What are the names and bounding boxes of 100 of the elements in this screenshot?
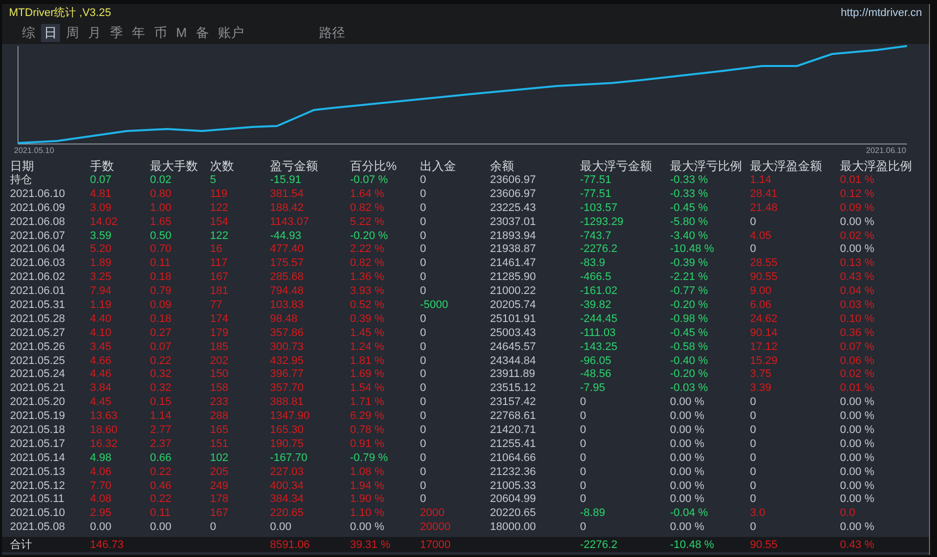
table-cell: -39.82 [580, 299, 612, 312]
chart-start-date: 2021.05.10 [14, 145, 54, 157]
table-cell: 5.20 [90, 243, 112, 256]
table-cell: 4.10 [90, 326, 112, 339]
column-header: 盈亏金额 [270, 159, 318, 173]
table-cell: 21000.22 [490, 285, 536, 298]
tab[interactable]: 月 [85, 24, 104, 42]
date-cell: 2021.05.08 [10, 521, 66, 534]
total-cell: 39.31 % [350, 538, 390, 551]
table-cell: 0 [420, 424, 426, 436]
total-cell: 0.43 % [840, 538, 874, 551]
table-cell: 0.18 [150, 312, 172, 325]
table-cell: -8.89 [580, 507, 606, 520]
date-cell: 2021.06.02 [10, 271, 66, 284]
table-cell: 0.06 % [840, 354, 874, 367]
table-cell: 1.65 [150, 216, 172, 228]
table-cell: -10.48 % [670, 243, 714, 256]
tab[interactable]: 季 [107, 24, 126, 42]
column-header: 百分比% [350, 159, 397, 173]
table-cell: 3.25 [90, 271, 112, 284]
tab[interactable]: 综 [19, 24, 38, 42]
tab[interactable]: 日 [41, 24, 60, 42]
table-cell: 16.32 [90, 438, 118, 450]
table-cell: 0 [750, 396, 756, 408]
table-cell: 102 [210, 452, 228, 464]
table-cell: -0.07 % [350, 174, 388, 186]
table-cell: 117 [210, 257, 228, 270]
table-cell: 21232.36 [490, 466, 536, 478]
tab[interactable]: 备 [192, 24, 212, 42]
table-cell: 0 [420, 438, 426, 450]
table-cell: 285.68 [270, 271, 304, 284]
table-cell: 181 [210, 285, 228, 298]
website-link[interactable]: http://mtdriver.cn [840, 4, 922, 22]
table-cell: 0.13 % [840, 257, 874, 270]
table-cell: 381.54 [270, 188, 304, 200]
table-cell: 190.75 [270, 438, 304, 450]
table-cell: 0.12 % [840, 188, 874, 200]
table-cell: 0 [580, 396, 586, 408]
table-cell: 167 [210, 507, 228, 520]
table-cell: 4.66 [90, 354, 112, 367]
table-cell: 175.57 [270, 257, 304, 270]
table-cell: 1347.90 [270, 410, 310, 422]
table-cell: 14.02 [90, 216, 118, 228]
table-cell: 0 [420, 326, 426, 339]
table-cell: 0.80 [150, 188, 172, 200]
table-cell: 3.09 [90, 202, 112, 214]
total-cell: 8591.06 [270, 538, 310, 551]
table-cell: 28.55 [750, 257, 778, 270]
date-cell: 2021.05.13 [10, 466, 66, 478]
table-cell: 90.55 [750, 271, 778, 284]
date-cell: 2021.05.11 [10, 493, 64, 506]
table-cell: 23606.97 [490, 174, 536, 186]
tab[interactable]: 年 [129, 24, 148, 42]
table-cell: 0.01 % [840, 174, 874, 186]
table-cell: 23225.43 [490, 202, 536, 214]
table-cell: 0.27 [150, 326, 172, 339]
table-cell: 2.22 % [350, 243, 384, 256]
table-cell: 0.07 % [840, 340, 874, 353]
table-cell: 0.00 % [670, 493, 704, 506]
table-cell: 1.10 % [350, 507, 384, 520]
table-cell: 0.22 [150, 466, 172, 478]
table-cell: 165.30 [270, 424, 304, 436]
table-cell: 0 [580, 452, 586, 464]
date-cell: 2021.06.08 [10, 216, 66, 228]
table-cell: 77 [210, 299, 222, 312]
table-cell: 0.00 % [670, 438, 704, 450]
path-button[interactable]: 路径 [316, 24, 348, 42]
table-cell: 396.77 [270, 368, 304, 380]
table-cell: -5000 [420, 299, 448, 312]
table-cell: 0 [420, 285, 426, 298]
table-cell: 1.69 % [350, 368, 384, 380]
table-cell: 227.03 [270, 466, 304, 478]
tab[interactable]: 币 [151, 24, 170, 42]
table-cell: 0 [420, 354, 426, 367]
table-cell: 18000.00 [490, 521, 536, 534]
tab[interactable]: 周 [63, 24, 82, 42]
table-cell: 1.24 % [350, 340, 384, 353]
table-cell: -3.40 % [670, 230, 708, 242]
table-cell: -0.39 % [670, 257, 708, 270]
table-cell: 0 [750, 410, 756, 422]
table-cell: 188.42 [270, 202, 304, 214]
total-cell: 90.55 [750, 538, 778, 551]
table-cell: 0 [420, 188, 426, 200]
table-cell: -0.03 % [670, 382, 708, 394]
table-cell: 7.94 [90, 285, 112, 298]
table-cell: 0.79 [150, 285, 172, 298]
table-cell: -0.20 % [670, 368, 708, 380]
column-header: 手数 [90, 159, 114, 173]
table-cell: -15.91 [270, 174, 302, 186]
table-cell: 477.40 [270, 243, 304, 256]
table-cell: 4.06 [90, 466, 112, 478]
table-cell: -83.9 [580, 257, 606, 270]
tab[interactable]: 账户 [214, 24, 247, 42]
table-cell: -167.70 [270, 452, 308, 464]
table-cell: 1.14 [750, 174, 772, 186]
table-cell: 4.81 [90, 188, 112, 200]
table-cell: -0.98 % [670, 312, 708, 325]
tab[interactable]: M [173, 24, 190, 42]
table-cell: 0 [580, 410, 586, 422]
date-cell: 2021.05.24 [10, 368, 66, 380]
